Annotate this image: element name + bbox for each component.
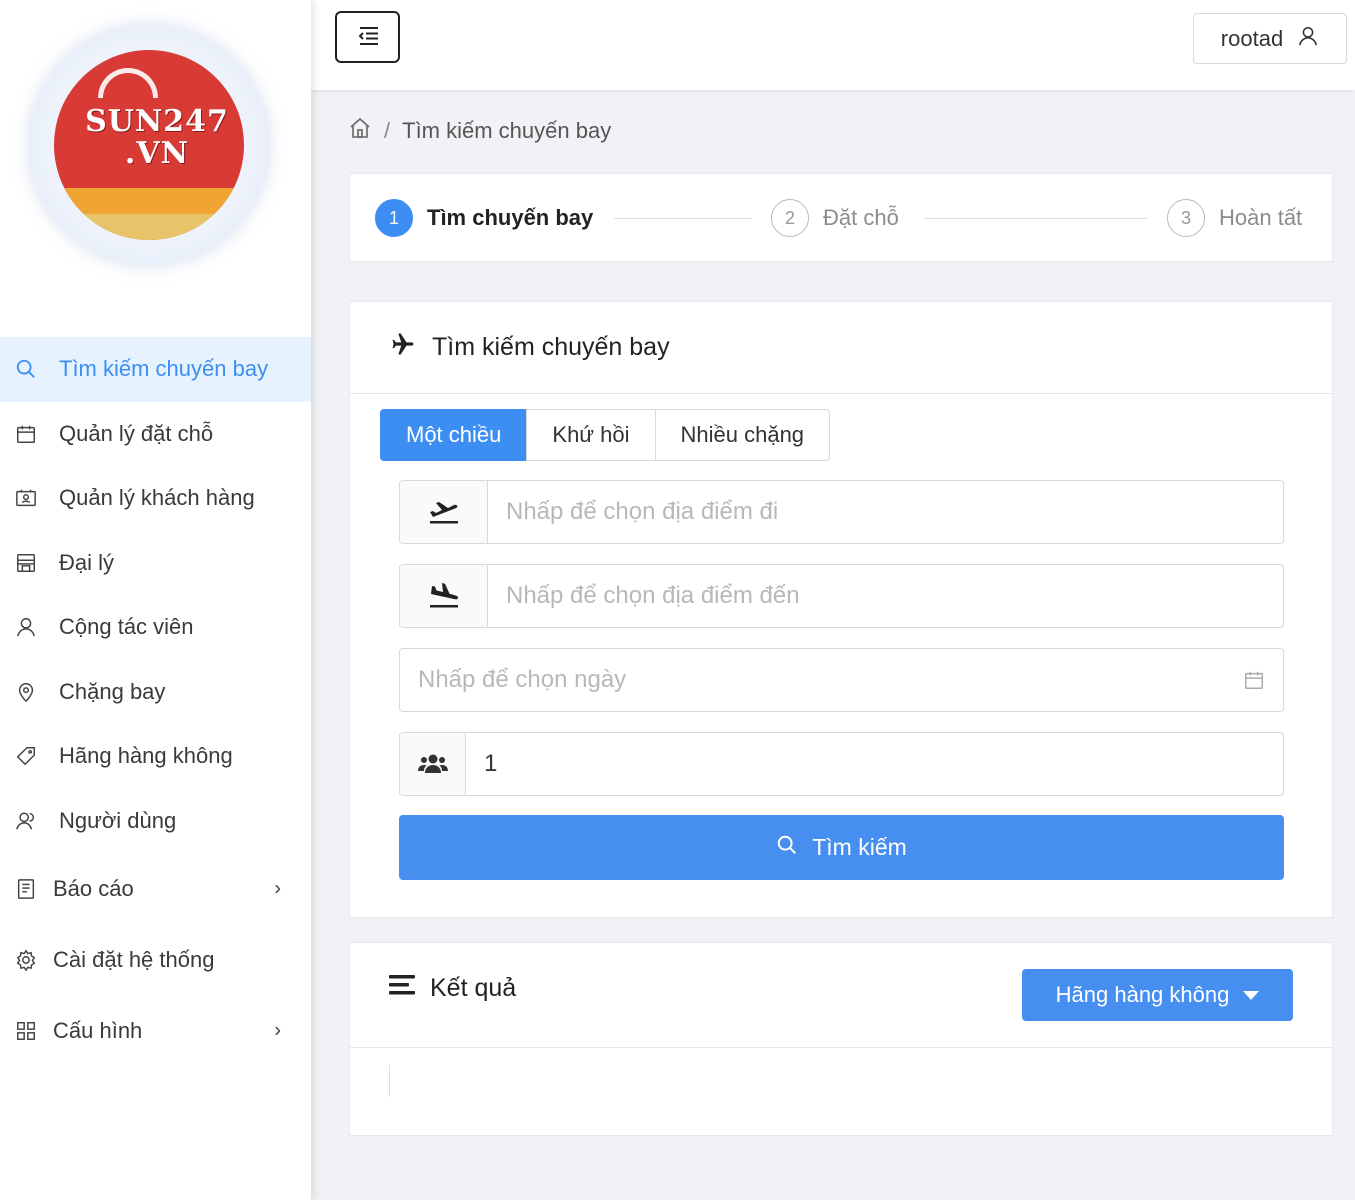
tab-multi-city[interactable]: Nhiều chặng xyxy=(654,409,831,461)
search-button-label: Tìm kiếm xyxy=(812,834,907,860)
results-title-wrap: Kết quả xyxy=(388,973,516,1004)
shop-icon xyxy=(14,551,38,575)
step-complete: 3 Hoàn tất xyxy=(1167,199,1302,237)
logo-text-line1: SUN247 xyxy=(85,104,229,139)
logo-emblem: SUN247 .VN xyxy=(54,50,244,240)
sidebar-toggle-button[interactable] xyxy=(335,11,400,63)
results-card: Kết quả Hãng hàng không xyxy=(349,942,1333,1136)
arrival-field xyxy=(399,564,1284,628)
step-connector xyxy=(924,218,1147,219)
calendar-icon[interactable] xyxy=(1243,669,1265,696)
sidebar-item-system-settings[interactable]: Cài đặt hệ thống xyxy=(0,924,311,995)
caret-down-icon xyxy=(1243,990,1260,1000)
home-icon[interactable] xyxy=(348,116,372,146)
step-label: Hoàn tất xyxy=(1219,205,1303,230)
breadcrumb-current: Tìm kiếm chuyến bay xyxy=(402,118,612,143)
logo-band-light xyxy=(54,214,244,240)
results-title: Kết quả xyxy=(430,974,517,1002)
sidebar-item-collaborators[interactable]: Cộng tác viên xyxy=(0,595,311,660)
sidebar-item-airlines[interactable]: Hãng hàng không xyxy=(0,724,311,789)
step-number: 1 xyxy=(375,199,413,237)
passengers-field xyxy=(399,732,1284,796)
user-icon xyxy=(1297,25,1319,53)
sidebar-item-label: Quản lý khách hàng xyxy=(59,485,255,511)
sidebar-item-label: Hãng hàng không xyxy=(59,743,233,769)
arrival-input[interactable] xyxy=(488,565,1283,627)
step-search: 1 Tìm chuyến bay xyxy=(375,199,593,237)
sidebar-item-bookings[interactable]: Quản lý đặt chỗ xyxy=(0,402,311,467)
sidebar-item-users[interactable]: Người dùng xyxy=(0,789,311,854)
sidebar-item-label: Tìm kiếm chuyến bay xyxy=(59,356,269,382)
users-icon xyxy=(14,809,38,833)
sidebar-item-reports[interactable]: Báo cáo › xyxy=(0,853,311,924)
list-icon xyxy=(388,973,416,1004)
sidebar-item-label: Cộng tác viên xyxy=(59,614,194,640)
results-empty-placeholder xyxy=(389,1065,390,1097)
airline-filter-label: Hãng hàng không xyxy=(1055,982,1230,1007)
step-label: Đặt chỗ xyxy=(823,205,899,230)
menu-fold-icon xyxy=(356,26,380,49)
sidebar-item-label: Đại lý xyxy=(59,549,115,575)
step-number: 2 xyxy=(771,199,809,237)
sidebar-item-label: Người dùng xyxy=(59,807,177,833)
chevron-right-icon: › xyxy=(274,1019,281,1041)
search-card-title: Tìm kiếm chuyến bay xyxy=(432,333,670,361)
contact-card-icon xyxy=(14,486,38,510)
sidebar-item-label: Chặng bay xyxy=(59,678,166,704)
tab-one-way[interactable]: Một chiều xyxy=(380,409,528,461)
airplane-icon xyxy=(388,330,418,365)
sidebar-item-customers[interactable]: Quản lý khách hàng xyxy=(0,466,311,531)
chevron-right-icon: › xyxy=(274,877,281,899)
flight-landing-icon xyxy=(400,565,488,627)
sidebar-item-flight-search[interactable]: Tìm kiếm chuyến bay xyxy=(0,337,311,402)
grid-icon xyxy=(14,1019,38,1043)
sidebar-item-label: Quản lý đặt chỗ xyxy=(59,420,214,446)
step-number: 3 xyxy=(1167,199,1205,237)
flight-takeoff-icon xyxy=(400,481,488,543)
top-header: rootad xyxy=(311,0,1355,90)
user-icon xyxy=(14,615,38,639)
sidebar-item-label: Báo cáo xyxy=(53,875,134,901)
airline-filter-dropdown[interactable]: Hãng hàng không xyxy=(1022,969,1293,1021)
brand-logo[interactable]: SUN247 .VN xyxy=(30,26,268,264)
step-booking: 2 Đặt chỗ xyxy=(771,199,899,237)
sidebar-item-routes[interactable]: Chặng bay xyxy=(0,660,311,725)
date-field xyxy=(399,648,1284,712)
logo-sun-graphic xyxy=(98,68,158,98)
passengers-input[interactable] xyxy=(466,733,1283,795)
sidebar-item-label: Cài đặt hệ thống xyxy=(53,946,215,972)
passengers-icon xyxy=(400,733,466,795)
sidebar-nav: Tìm kiếm chuyến bay Quản lý đặt chỗ Quản… xyxy=(0,337,311,1066)
sidebar-item-configuration[interactable]: Cấu hình › xyxy=(0,995,311,1066)
date-input[interactable] xyxy=(400,649,1283,711)
departure-field xyxy=(399,480,1284,544)
gear-icon xyxy=(14,948,38,972)
breadcrumb: / Tìm kiếm chuyến bay xyxy=(348,116,611,146)
flight-search-card: Tìm kiếm chuyến bay Một chiều Khứ hồi Nh… xyxy=(349,301,1333,918)
sidebar: SUN247 .VN Tìm kiếm chuyến bay Quản lý đ… xyxy=(0,0,311,1200)
departure-input[interactable] xyxy=(488,481,1283,543)
search-card-header: Tìm kiếm chuyến bay xyxy=(350,302,1332,394)
calendar-icon xyxy=(14,422,38,446)
step-label: Tìm chuyến bay xyxy=(427,205,594,230)
booking-steps: 1 Tìm chuyến bay 2 Đặt chỗ 3 Hoàn tất xyxy=(349,173,1333,262)
search-icon xyxy=(14,357,38,381)
tag-icon xyxy=(14,744,38,768)
search-button[interactable]: Tìm kiếm xyxy=(399,815,1284,880)
breadcrumb-separator: / xyxy=(384,118,391,143)
report-icon xyxy=(14,877,38,901)
sidebar-item-label: Cấu hình xyxy=(53,1017,143,1043)
location-pin-icon xyxy=(14,680,38,704)
logo-text: SUN247 .VN xyxy=(82,106,232,170)
trip-type-tabs: Một chiều Khứ hồi Nhiều chặng xyxy=(380,409,831,461)
sidebar-item-agencies[interactable]: Đại lý xyxy=(0,531,311,596)
username: rootad xyxy=(1220,25,1284,51)
user-menu-button[interactable]: rootad xyxy=(1193,13,1347,64)
step-connector xyxy=(614,218,752,219)
search-icon xyxy=(776,834,798,862)
tab-round-trip[interactable]: Khứ hồi xyxy=(526,409,656,461)
logo-text-line2: .VN xyxy=(124,136,190,171)
results-header: Kết quả Hãng hàng không xyxy=(350,943,1332,1048)
